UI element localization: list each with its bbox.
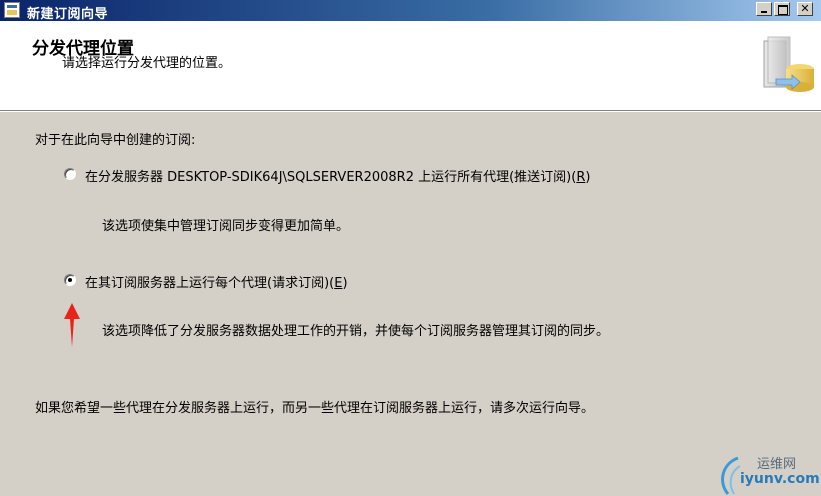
minimize-button[interactable] [756,2,772,16]
close-icon: ✕ [800,2,810,15]
close-button[interactable]: ✕ [797,2,813,16]
database-wizard-icon [763,36,814,92]
header-divider [0,111,821,112]
page-subtitle: 请选择运行分发代理的位置。 [62,56,232,71]
pull-subscription-label[interactable]: 在其订阅服务器上运行每个代理(请求订阅)(E) [85,272,348,291]
intro-label: 对于在此向导中创建的订阅: [35,133,196,148]
push-subscription-label[interactable]: 在分发服务器 DESKTOP-SDIK64J\SQLSERVER2008R2 上… [85,166,590,185]
wizard-app-icon [4,2,20,18]
red-arrow-annotation [64,303,80,347]
footer-note: 如果您希望一些代理在分发服务器上运行，而另一些代理在订阅服务器上运行，请多次运行… [35,401,595,416]
wizard-header: 分发代理位置 请选择运行分发代理的位置。 [0,21,821,111]
title-bar[interactable]: 新建订阅向导 ✕ [0,0,821,22]
watermark-text-cn: 运维网 [757,457,797,472]
window-title: 新建订阅向导 [27,7,109,22]
watermark-text-url: iyunv.com [740,471,820,487]
push-subscription-description: 该选项使集中管理订阅同步变得更加简单。 [102,219,350,234]
maximize-button[interactable] [774,2,790,16]
push-subscription-radio[interactable] [64,168,76,180]
pull-subscription-description: 该选项降低了分发服务器数据处理工作的开销，并使每个订阅服务器管理其订阅的同步。 [102,324,610,339]
pull-subscription-radio[interactable] [64,274,76,286]
